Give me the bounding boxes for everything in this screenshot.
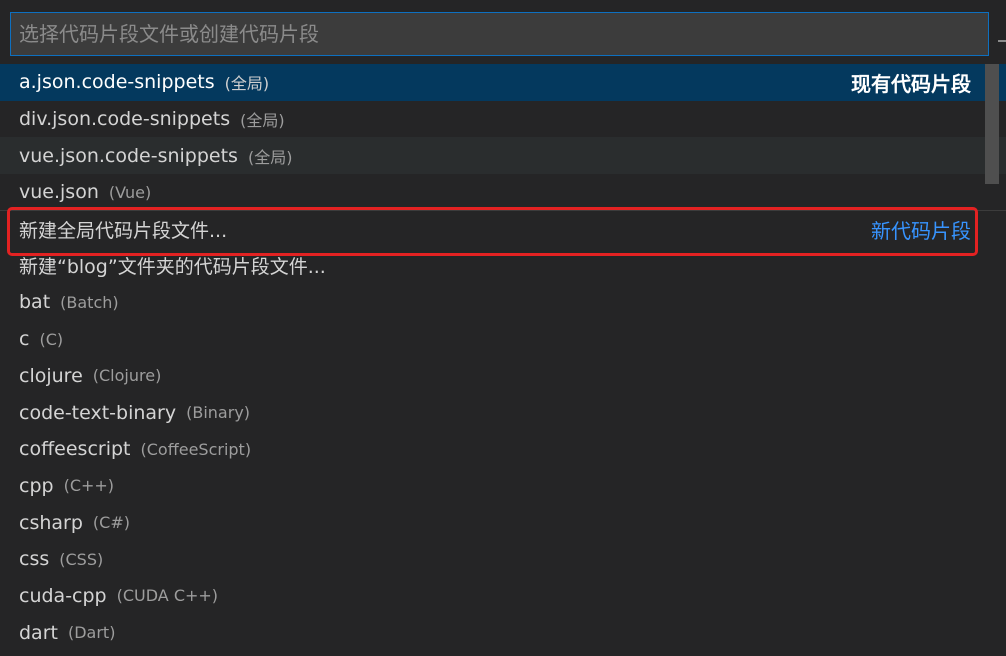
list-item-label: 新建全局代码片段文件... bbox=[19, 219, 228, 242]
panel-edge-mark bbox=[998, 40, 1006, 42]
list-item-description: (全局) bbox=[240, 111, 285, 131]
list-item-description: (全局) bbox=[247, 147, 293, 167]
list-item[interactable]: vue.json.code-snippets (全局) bbox=[0, 137, 1006, 175]
list-item-label: 新建“blog”文件夹的代码片段文件... bbox=[19, 256, 326, 279]
list-item[interactable]: a.json.code-snippets (全局) 现有代码片段 bbox=[0, 64, 1006, 101]
list-item-label: clojure bbox=[19, 364, 83, 387]
list-item-label: a.json.code-snippets bbox=[19, 71, 215, 94]
list-item-label: dart bbox=[19, 621, 58, 644]
group-separator bbox=[0, 210, 1006, 211]
list-item[interactable]: c (C) bbox=[0, 321, 1006, 358]
search-box bbox=[10, 12, 989, 56]
list-item-description: (全局) bbox=[224, 74, 270, 94]
list-item-description: (Clojure) bbox=[92, 366, 162, 386]
list-item-label: code-text-binary bbox=[19, 401, 177, 424]
search-input[interactable] bbox=[11, 13, 988, 55]
list-item-description: (C#) bbox=[92, 513, 130, 533]
list-item-label: csharp bbox=[19, 511, 83, 534]
list-item-description: (CUDA C++) bbox=[116, 586, 219, 606]
list-item[interactable]: cpp (C++) bbox=[0, 468, 1006, 505]
group-label-existing: 现有代码片段 bbox=[851, 71, 971, 96]
list-item-new-global-snippet[interactable]: 新建全局代码片段文件... 新代码片段 bbox=[0, 211, 1006, 248]
list-item-description: (Batch) bbox=[60, 292, 119, 312]
list-item-label: vue.json bbox=[19, 181, 99, 204]
list-item-label: css bbox=[19, 548, 50, 571]
list-item-description: (CSS) bbox=[59, 549, 104, 569]
list-item-label: c bbox=[19, 328, 30, 351]
list-item[interactable]: clojure (Clojure) bbox=[0, 358, 1006, 395]
list-item[interactable]: bat (Batch) bbox=[0, 284, 1006, 321]
group-label-new: 新代码片段 bbox=[871, 218, 971, 243]
snippet-quick-pick: a.json.code-snippets (全局) 现有代码片段 div.jso… bbox=[0, 0, 1006, 656]
list-item-description: (C) bbox=[39, 329, 64, 349]
list-item[interactable]: dart (Dart) bbox=[0, 614, 1006, 651]
list-item[interactable]: cuda-cpp (CUDA C++) bbox=[0, 578, 1006, 615]
list-item-description: (Vue) bbox=[108, 182, 152, 202]
list-item-label: cuda-cpp bbox=[19, 584, 107, 607]
list-item[interactable]: coffeescript (CoffeeScript) bbox=[0, 431, 1006, 468]
list-item[interactable]: vue.json (Vue) bbox=[0, 174, 1006, 211]
list-item-label: cpp bbox=[19, 474, 54, 497]
list-item-label: vue.json.code-snippets bbox=[19, 144, 238, 167]
list-item-label: coffeescript bbox=[19, 438, 131, 461]
list-item-new-folder-snippet[interactable]: 新建“blog”文件夹的代码片段文件... bbox=[0, 247, 1006, 284]
list-item-label: bat bbox=[19, 291, 51, 314]
list-item[interactable]: div.json.code-snippets (全局) bbox=[0, 101, 1006, 138]
list-item-description: (Dart) bbox=[67, 623, 116, 643]
list-item[interactable]: csharp (C#) bbox=[0, 504, 1006, 541]
list-item[interactable]: css (CSS) bbox=[0, 541, 1006, 578]
snippet-list: a.json.code-snippets (全局) 现有代码片段 div.jso… bbox=[0, 64, 1006, 651]
list-item-description: (Binary) bbox=[186, 403, 251, 423]
list-item-description: (C++) bbox=[63, 476, 115, 496]
list-item-description: (CoffeeScript) bbox=[140, 439, 252, 459]
list-scrollbar[interactable] bbox=[985, 64, 999, 184]
list-item-label: div.json.code-snippets bbox=[19, 108, 231, 131]
list-item[interactable]: code-text-binary (Binary) bbox=[0, 394, 1006, 431]
